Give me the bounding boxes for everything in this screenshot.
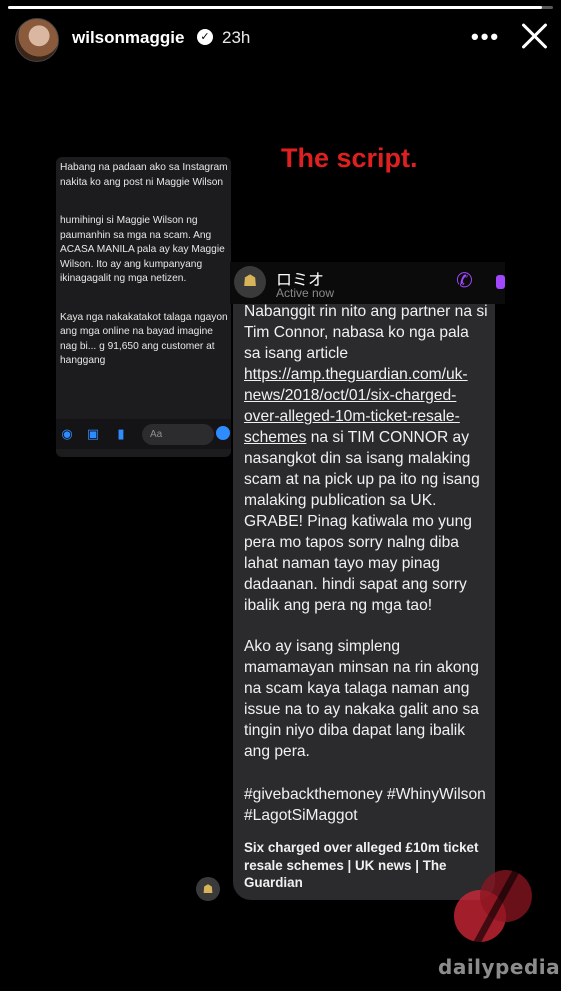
message-paragraph: Ako ay isang simpleng mamamayan minsan n… <box>244 638 479 760</box>
image-icon[interactable]: ▣ <box>86 427 100 441</box>
emoji-icon[interactable] <box>216 426 230 440</box>
contact-status: Active now <box>276 286 335 300</box>
verified-badge-icon: ✓ <box>197 29 213 45</box>
sender-avatar: ☗ <box>196 877 220 901</box>
left-paragraph: humihingi si Maggie Wilson ng paumanhin … <box>60 215 225 284</box>
video-call-icon[interactable] <box>496 275 505 289</box>
story-progress-fill <box>8 6 543 9</box>
phone-call-icon[interactable]: ✆ <box>456 270 478 292</box>
left-paragraph: Habang na padaan ako sa Instagram nakita… <box>60 162 228 188</box>
message-bubble: Nabanggit rin nito ang partner na si Tim… <box>233 304 495 900</box>
contact-avatar[interactable]: ☗ <box>234 266 266 298</box>
username[interactable]: wilsonmaggie <box>72 28 184 48</box>
dailypedia-logo-icon <box>454 862 532 950</box>
message-text: Nabanggit rin nito ang partner na si Tim… <box>244 304 488 362</box>
hashtags: #givebackthemoney #WhinyWilson #LagotSiM… <box>244 786 486 824</box>
message-input[interactable]: Aa <box>142 424 214 445</box>
left-message-screenshot: Habang na padaan ako sa Instagram nakita… <box>56 157 231 457</box>
close-icon[interactable] <box>519 20 551 52</box>
story-header: wilsonmaggie ✓ 23h ••• <box>0 14 561 62</box>
timestamp: 23h <box>222 28 251 47</box>
left-composer-bar: ◉ ▣ ▮ Aa <box>56 419 231 449</box>
microphone-icon[interactable]: ▮ <box>114 427 128 441</box>
story-progress-bar <box>8 6 553 9</box>
left-paragraph: Kaya nga nakakatakot talaga ngayon ang m… <box>60 311 228 367</box>
message-text: na si TIM CONNOR ay nasangkot din sa isa… <box>244 429 480 614</box>
camera-icon[interactable]: ◉ <box>60 427 74 441</box>
left-message-text: Habang na padaan ako sa Instagram nakita… <box>60 161 228 417</box>
message-paragraph: Nabanggit rin nito ang partner na si Tim… <box>244 304 489 616</box>
more-options-button[interactable]: ••• <box>471 24 500 50</box>
overlay-title: The script. <box>281 143 418 173</box>
chat-header: ☗ ロミオ Active now ✆ <box>230 262 505 304</box>
watermark-text: dailypedia <box>438 955 561 979</box>
avatar[interactable] <box>15 18 59 62</box>
